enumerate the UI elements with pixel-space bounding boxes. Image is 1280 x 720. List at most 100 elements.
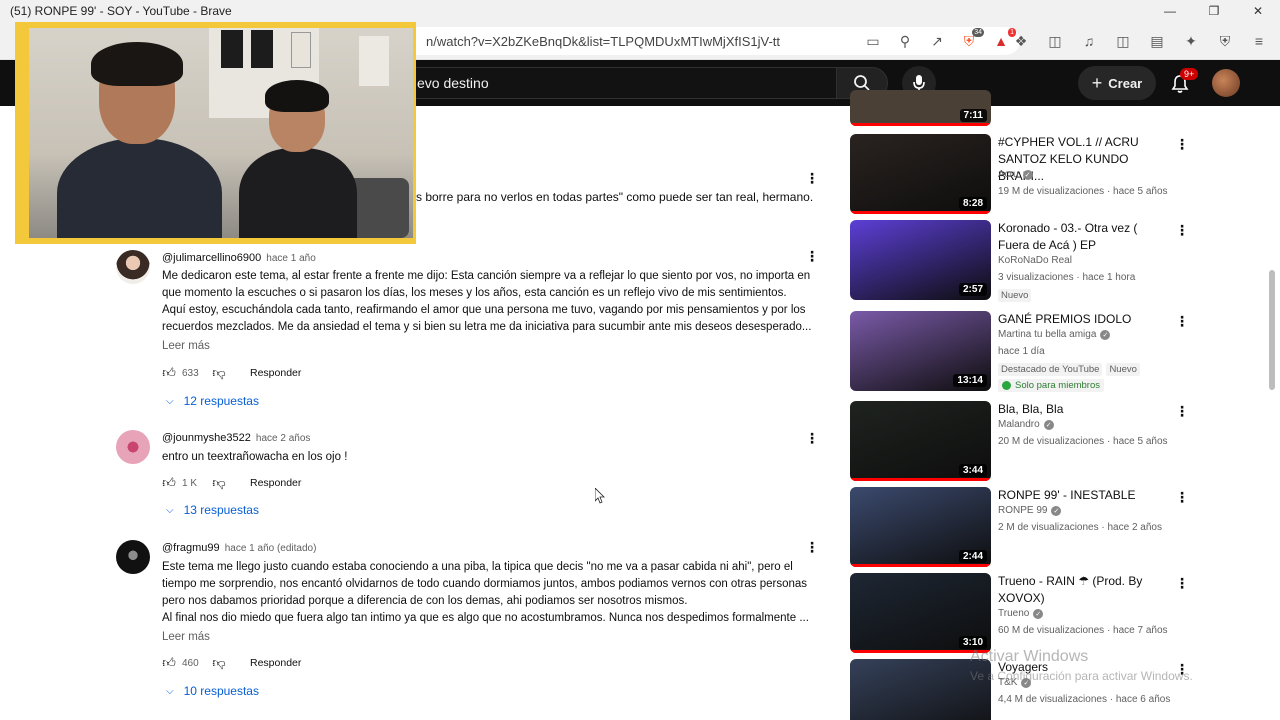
related-video[interactable]: 2:57 Koronado - 03.- Otra vez ( Fuera de … — [850, 220, 1210, 302]
channel-name[interactable]: Martina tu bella amiga — [998, 329, 1096, 340]
cast-icon[interactable]: ▭ — [862, 30, 884, 52]
page-scrollbar[interactable] — [1268, 66, 1276, 714]
watch-progress — [850, 211, 991, 214]
video-menu-icon[interactable]: ⋮ — [1174, 136, 1190, 153]
comment-time: hace 2 años — [255, 433, 311, 444]
video-menu-icon[interactable]: ⋮ — [1174, 222, 1190, 239]
wallet-icon[interactable]: ▤ — [1146, 30, 1168, 52]
replies-toggle[interactable]: ⌵ 13 respuestas — [166, 503, 259, 517]
like-count: 1 K — [182, 477, 198, 489]
channel-name[interactable]: KoRoNaDo Real — [998, 255, 1072, 266]
channel-name[interactable]: RONPE 99 — [998, 505, 1047, 516]
video-channel[interactable]: Malandro ✓ — [998, 419, 1054, 430]
watch-progress — [850, 564, 991, 567]
comment-menu-icon[interactable]: ⋮ — [804, 539, 820, 555]
chevron-down-icon: ⌵ — [166, 395, 174, 407]
video-thumbnail[interactable]: 2:57 — [850, 220, 991, 300]
close-icon[interactable]: ✕ — [1236, 0, 1280, 22]
like-icon[interactable]: 👍︎ — [160, 474, 178, 492]
replies-toggle[interactable]: ⌵ 12 respuestas — [166, 394, 259, 408]
video-title[interactable]: GANÉ PREMIOS IDOLO — [998, 311, 1168, 328]
video-menu-icon[interactable]: ⋮ — [1174, 313, 1190, 330]
video-badge: Destacado de YouTube — [998, 363, 1103, 376]
video-title[interactable]: Bla, Bla, Bla — [998, 401, 1168, 418]
comment-text: Me dedicaron este tema, al estar frente … — [162, 268, 830, 336]
video-thumbnail[interactable]: 3:10 — [850, 573, 991, 653]
reply-button[interactable]: Responder — [250, 657, 301, 669]
video-channel[interactable]: Trueno ✓ — [998, 608, 1044, 619]
menu-icon[interactable]: ≡ — [1248, 30, 1270, 52]
channel-name[interactable]: Acru — [998, 169, 1019, 180]
music-icon[interactable]: ♫ — [1078, 30, 1100, 52]
extensions-icon[interactable]: ❖ — [1010, 30, 1032, 52]
reply-button[interactable]: Responder — [250, 477, 301, 489]
like-icon[interactable]: 👍︎ — [160, 654, 178, 672]
dislike-icon[interactable]: 👎︎ — [210, 474, 228, 492]
video-duration: 3:44 — [958, 464, 987, 477]
video-thumbnail[interactable]: 8:28 — [850, 134, 991, 214]
channel-name[interactable]: Malandro — [998, 419, 1040, 430]
related-videos: 7:11 8:28 #CYPHER VOL.1 // ACRU SANTOZ KE… — [850, 90, 1270, 720]
comment-actions: 👍︎ 460 👎︎ Responder — [160, 654, 301, 672]
related-video[interactable]: 3:44 Bla, Bla, Bla Malandro ✓ 20 M de visual… — [850, 401, 1210, 481]
replies-toggle[interactable]: ⌵ 10 respuestas — [166, 684, 259, 698]
comment-menu-icon[interactable]: ⋮ — [804, 248, 820, 264]
video-meta: 60 M de visualizaciones · hace 7 años — [998, 625, 1168, 636]
comment-author[interactable]: @julimarcellino6900 — [162, 252, 261, 264]
members-only-badge: Solo para miembros — [998, 379, 1105, 392]
brave-rewards-icon[interactable]: ▲ 1 — [990, 28, 1016, 52]
comment-menu-icon[interactable]: ⋮ — [804, 170, 820, 186]
zoom-icon[interactable]: ⚲ — [894, 30, 916, 52]
video-meta: 2 M de visualizaciones · hace 2 años — [998, 522, 1162, 533]
video-title[interactable]: Koronado - 03.- Otra vez ( Fuera de Acá … — [998, 220, 1168, 254]
dislike-icon[interactable]: 👎︎ — [210, 364, 228, 382]
read-more-link[interactable]: Leer más — [162, 631, 210, 643]
address-bar-url[interactable]: n/watch?v=X2bZKeBnqDk&list=TLPQMDUxMTIwM… — [400, 34, 780, 49]
read-more-link[interactable]: Leer más — [162, 340, 210, 352]
video-thumbnail[interactable]: 7:11 — [850, 90, 991, 126]
sidebar-icon[interactable]: ◫ — [1112, 30, 1134, 52]
avatar[interactable] — [116, 430, 150, 464]
video-thumbnail[interactable]: 13:14 — [850, 311, 991, 391]
comment-author[interactable]: @fragmu99 — [162, 542, 220, 554]
webcam-overlay — [15, 22, 416, 244]
reply-button[interactable]: Responder — [250, 367, 301, 379]
dislike-icon[interactable]: 👎︎ — [210, 654, 228, 672]
avatar[interactable] — [116, 250, 150, 284]
comment-menu-icon[interactable]: ⋮ — [804, 430, 820, 446]
video-channel[interactable]: KoRoNaDo Real — [998, 255, 1072, 266]
comment-time: hace 1 año — [266, 253, 316, 264]
video-menu-icon[interactable]: ⋮ — [1174, 575, 1190, 592]
search-input[interactable]: evo destino — [400, 67, 836, 99]
vpn-icon[interactable]: ⛨ — [1214, 30, 1236, 52]
related-video[interactable]: 3:10 Trueno - RAIN ☂ (Prod. By XOVOX) True… — [850, 573, 1210, 653]
leo-icon[interactable]: ✦ — [1180, 30, 1202, 52]
video-channel[interactable]: Acru ✓ — [998, 169, 1033, 180]
comment-author[interactable]: @jounmyshe3522 — [162, 432, 251, 444]
video-channel[interactable]: Martina tu bella amiga ✓ — [998, 329, 1111, 340]
related-video[interactable]: 2:44 RONPE 99' - INESTABLE RONPE 99 ✓ 2 M de… — [850, 487, 1210, 567]
related-video[interactable]: 8:28 #CYPHER VOL.1 // ACRU SANTOZ KELO KU… — [850, 134, 1210, 214]
brave-shields-icon[interactable]: ⛨ 34 — [958, 28, 984, 52]
video-channel[interactable]: RONPE 99 ✓ — [998, 505, 1062, 516]
address-bar[interactable]: n/watch?v=X2bZKeBnqDk&list=TLPQMDUxMTIwM… — [400, 27, 1020, 55]
related-video[interactable]: 7:11 — [850, 90, 1210, 126]
comment-line: Aquí estoy, escuchándola cada tanto, rea… — [162, 304, 806, 316]
account-avatar[interactable] — [1212, 69, 1240, 97]
video-title[interactable]: RONPE 99' - INESTABLE — [998, 487, 1168, 504]
avatar[interactable] — [116, 540, 150, 574]
related-video[interactable]: 13:14 GANÉ PREMIOS IDOLO Martina tu bella … — [850, 311, 1210, 392]
channel-name[interactable]: Trueno — [998, 608, 1029, 619]
minimize-icon[interactable]: — — [1148, 0, 1192, 22]
video-thumbnail[interactable]: 2:44 — [850, 487, 991, 567]
video-title[interactable]: Trueno - RAIN ☂ (Prod. By XOVOX) — [998, 573, 1168, 607]
verified-icon: ✓ — [1051, 505, 1062, 516]
restore-icon[interactable]: ❐ — [1192, 0, 1236, 22]
video-menu-icon[interactable]: ⋮ — [1174, 489, 1190, 506]
share-icon[interactable]: ↗ — [926, 30, 948, 52]
like-icon[interactable]: 👍︎ — [160, 364, 178, 382]
video-thumbnail[interactable]: 3:44 — [850, 401, 991, 481]
video-menu-icon[interactable]: ⋮ — [1174, 403, 1190, 420]
scrollbar-thumb[interactable] — [1269, 270, 1275, 390]
media-icon[interactable]: ◫ — [1044, 30, 1066, 52]
